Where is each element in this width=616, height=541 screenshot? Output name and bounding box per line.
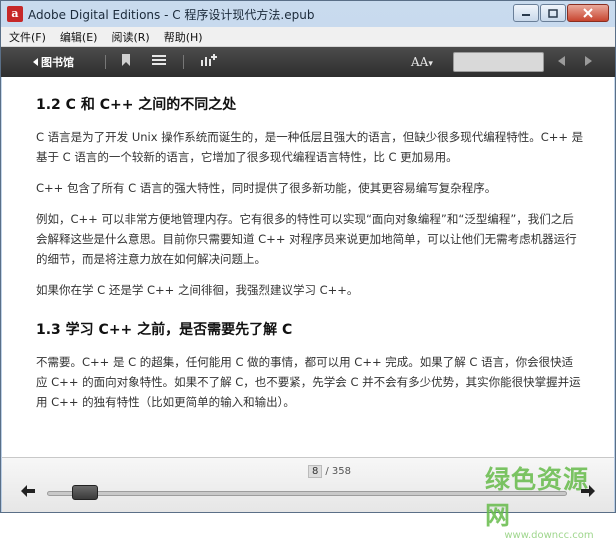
menu-edit[interactable]: 编辑(E)	[60, 29, 98, 45]
minimize-icon	[522, 14, 530, 16]
bookmark-icon	[122, 54, 130, 66]
minimize-button[interactable]	[513, 4, 539, 22]
toc-button[interactable]	[151, 53, 167, 73]
maximize-button[interactable]	[540, 4, 566, 22]
paragraph: 如果你在学 C 还是学 C++ 之间徘徊，我强烈建议学习 C++。	[36, 283, 359, 297]
font-size-dropdown-icon: ▾	[428, 59, 433, 69]
menu-file[interactable]: 文件(F)	[9, 29, 46, 45]
watermark-url: www.downcc.com	[504, 530, 594, 541]
maximize-icon	[548, 8, 558, 18]
next-page-button[interactable]	[584, 55, 594, 73]
add-highlight-button[interactable]	[200, 53, 218, 73]
current-page-input[interactable]: 8	[308, 465, 323, 478]
menu-help[interactable]: 帮助(H)	[164, 29, 203, 45]
library-label: 图书馆	[41, 56, 74, 69]
font-size-icon: AA	[411, 55, 429, 69]
page-slider-thumb[interactable]	[71, 485, 98, 500]
close-icon	[583, 8, 593, 18]
library-button[interactable]: 图书馆	[31, 54, 74, 70]
app-window: a Adobe Digital Editions - C 程序设计现代方法.ep…	[0, 0, 616, 541]
window-title: Adobe Digital Editions - C 程序设计现代方法.epub	[28, 8, 315, 22]
back-arrow-icon	[33, 58, 38, 66]
chart-add-icon	[201, 54, 217, 66]
arrow-left-icon	[21, 485, 35, 497]
section-heading: 1.3 学习 C++ 之前，是否需要先了解 C	[36, 322, 293, 338]
reader-toolbar: 图书馆 AA▾	[1, 47, 615, 77]
title-bar[interactable]: a Adobe Digital Editions - C 程序设计现代方法.ep…	[1, 1, 615, 27]
bookmark-button[interactable]	[121, 53, 131, 73]
menu-read[interactable]: 阅读(R)	[111, 29, 149, 45]
toolbar-divider	[105, 55, 106, 69]
prev-arrow-icon	[558, 56, 565, 66]
paragraph: C 语言是为了开发 Unix 操作系统而诞生的，是一种低层且强大的语言，但缺少很…	[36, 130, 584, 164]
font-size-button[interactable]: AA▾	[411, 53, 433, 73]
close-button[interactable]	[567, 4, 609, 22]
adobe-app-icon: a	[7, 6, 23, 22]
menu-bar: 文件(F) 编辑(E) 阅读(R) 帮助(H)	[1, 27, 615, 47]
list-icon	[152, 55, 166, 65]
window-controls	[513, 4, 609, 22]
next-arrow-icon	[585, 56, 592, 66]
watermark-text: 绿色资源网	[485, 465, 590, 530]
watermark: 绿色资源网 www.downcc.com	[485, 460, 613, 541]
search-input[interactable]	[453, 52, 544, 72]
paragraph: 例如，C++ 可以非常方便地管理内存。它有很多的特性可以实现“面向对象编程”和“…	[36, 212, 577, 266]
reading-pane[interactable]: 1.2 C 和 C++ 之间的不同之处 C 语言是为了开发 Unix 操作系统而…	[2, 77, 614, 457]
prev-page-arrow-button[interactable]	[20, 482, 36, 503]
prev-page-button[interactable]	[556, 55, 566, 73]
page-indicator: 8 / 358	[308, 465, 351, 478]
toolbar-divider	[183, 55, 184, 69]
total-pages: / 358	[325, 466, 352, 477]
paragraph: 不需要。C++ 是 C 的超集，任何能用 C 做的事情，都可以用 C++ 完成。…	[36, 355, 581, 409]
section-heading: 1.2 C 和 C++ 之间的不同之处	[36, 97, 237, 113]
paragraph: C++ 包含了所有 C 语言的强大特性，同时提供了很多新功能，使其更容易编写复杂…	[36, 181, 497, 195]
